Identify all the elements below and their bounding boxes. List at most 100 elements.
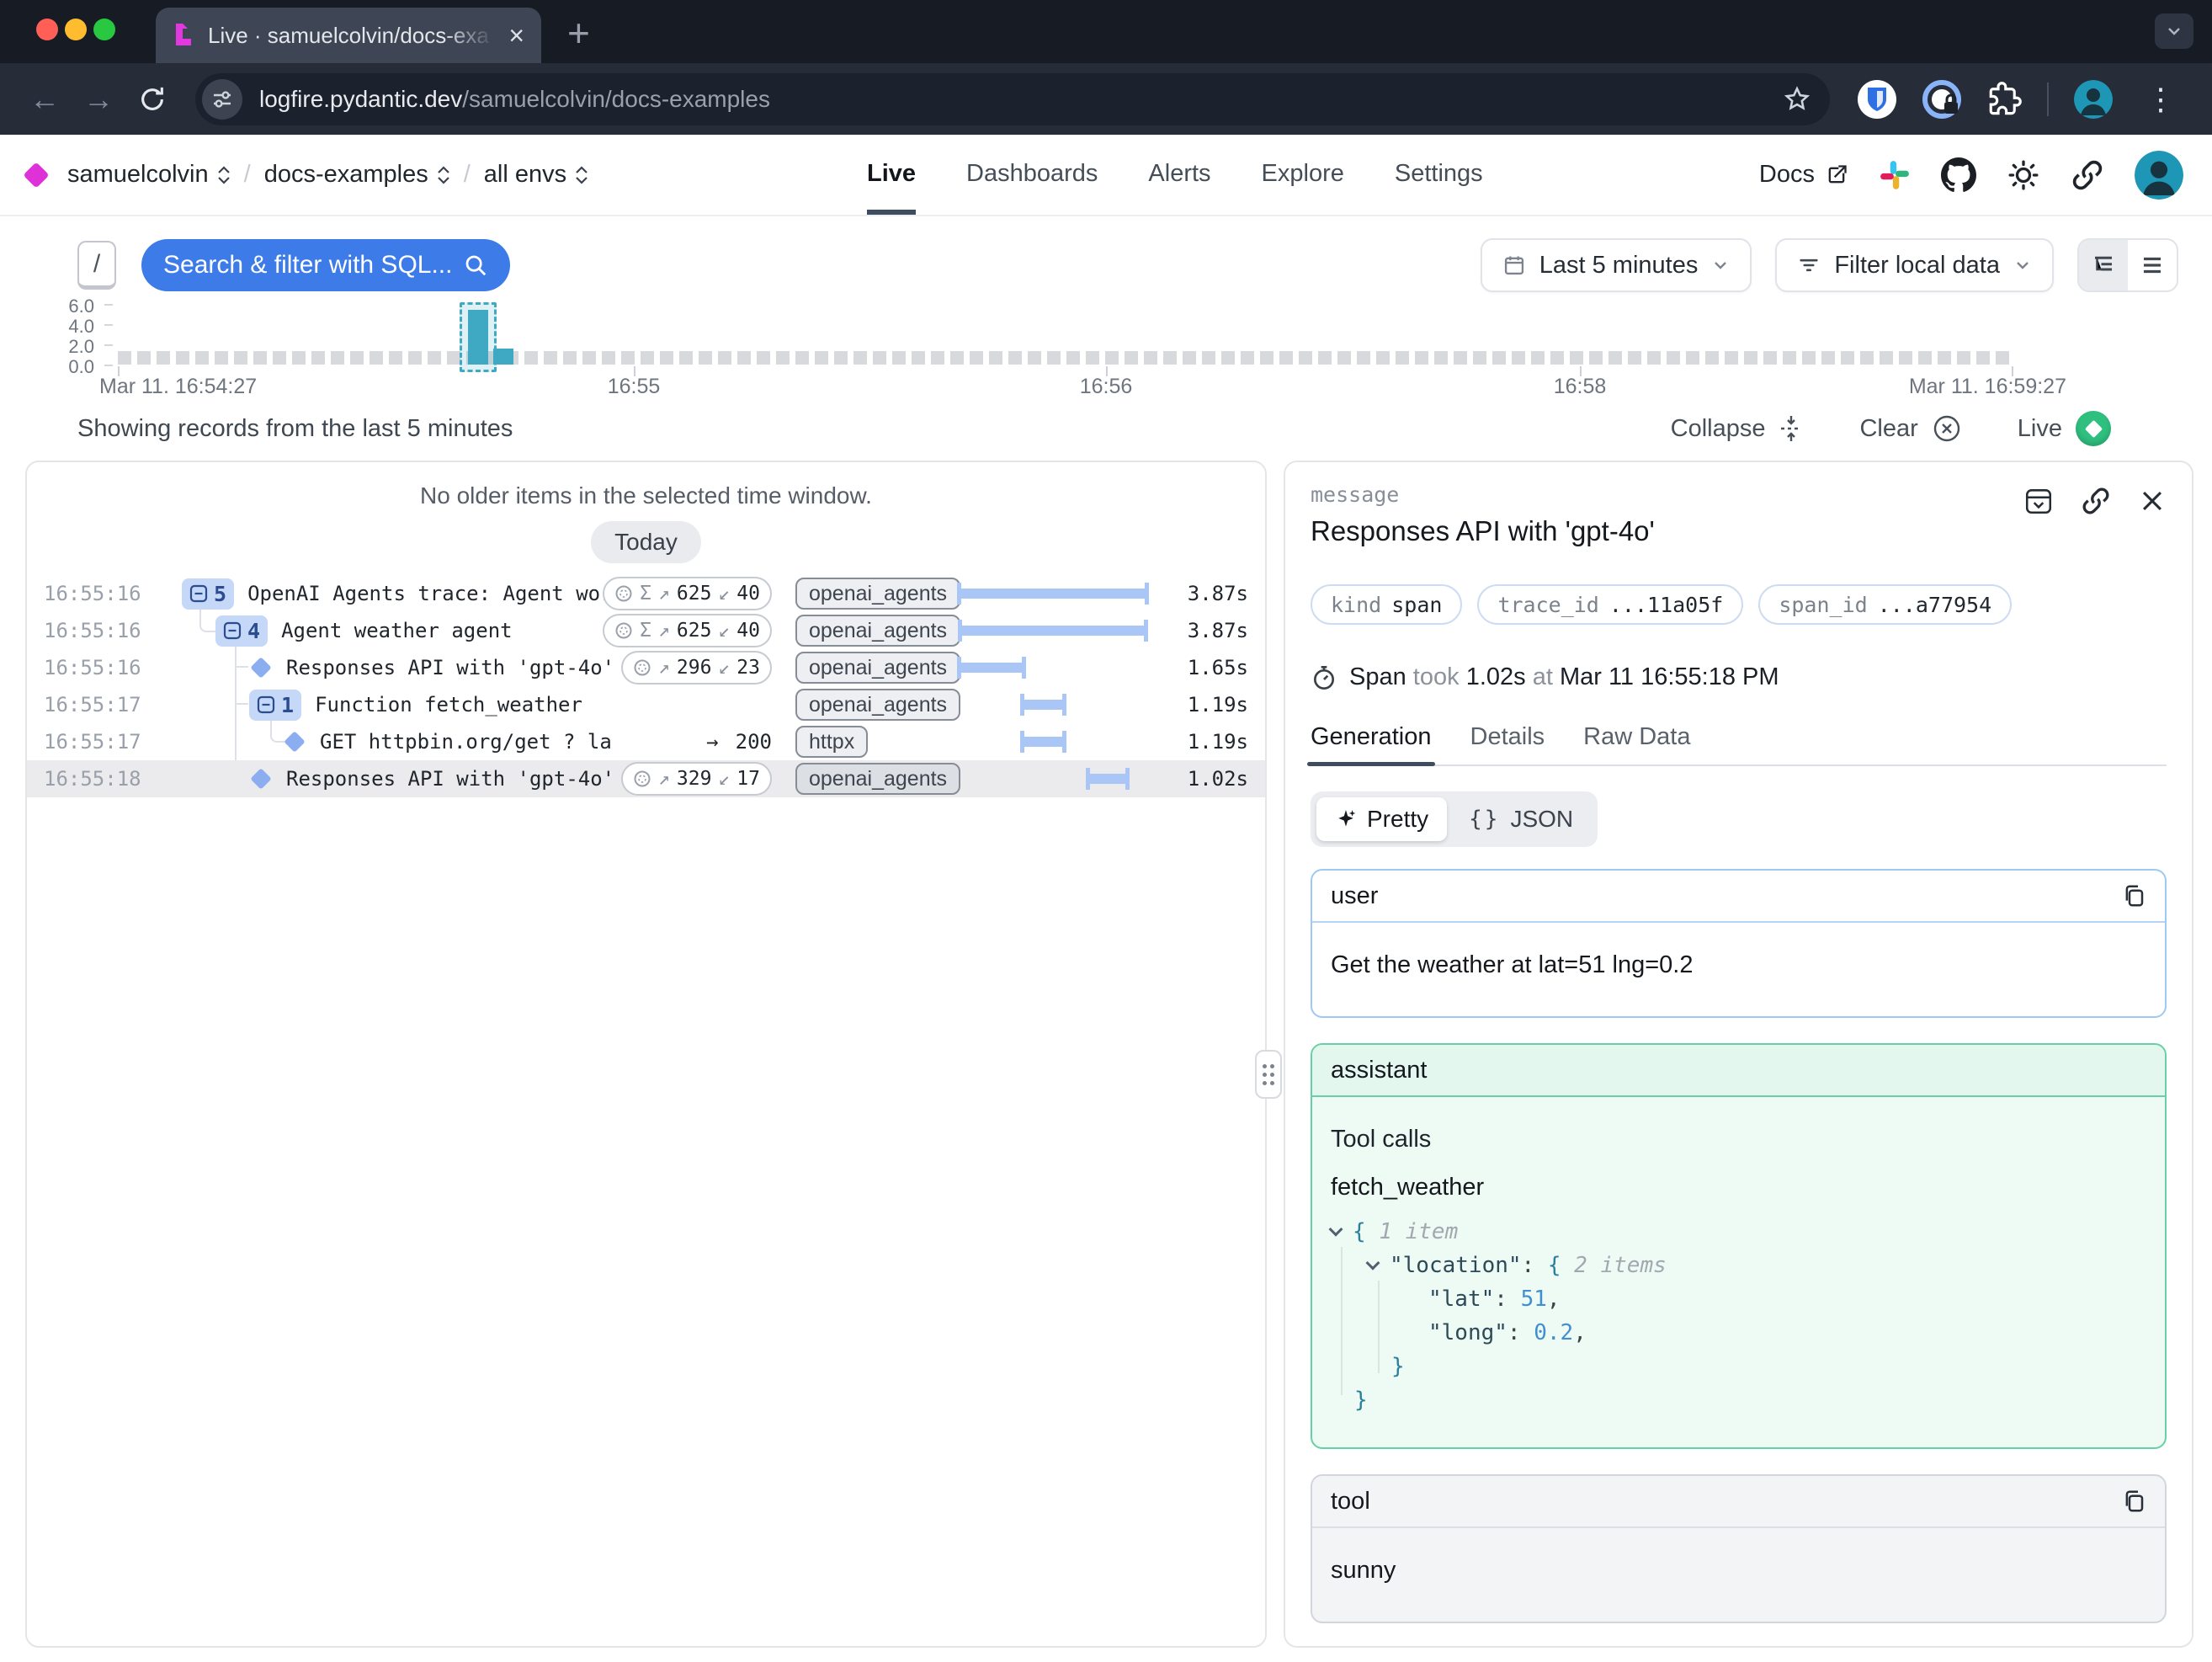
reload-button[interactable]	[130, 77, 175, 122]
span-title: Agent weather agent	[281, 619, 513, 642]
password-extension-icon[interactable]	[1922, 80, 1961, 119]
collapse-count-badge[interactable]: 5	[182, 578, 234, 610]
json-tree-line: }	[1331, 1383, 2146, 1417]
collapse-chevron-icon[interactable]	[1366, 1256, 1380, 1270]
duration-label: 1.02s	[1149, 767, 1248, 791]
github-icon[interactable]	[1941, 157, 1976, 193]
span-duration-line: Span took 1.02s at Mar 11 16:55:18 PM	[1311, 663, 2167, 691]
tab-search-button[interactable]	[2155, 13, 2193, 49]
forward-button[interactable]: →	[76, 77, 121, 122]
breadcrumb-env[interactable]: all envs	[484, 161, 588, 189]
list-view-toggle[interactable]	[2128, 240, 2177, 290]
trace-row[interactable]: 16:55:164Agent weather agentΣ↗625↙40open…	[27, 612, 1265, 649]
local-filter-button[interactable]: Filter local data	[1775, 238, 2054, 292]
live-button[interactable]: Live	[2018, 411, 2111, 446]
timeline-bar[interactable]	[493, 349, 513, 365]
trace-row[interactable]: 16:55:16Responses API with 'gpt-4o'↗296↙…	[27, 649, 1265, 686]
browser-profile-avatar[interactable]	[2074, 80, 2113, 119]
copy-icon[interactable]	[2121, 883, 2146, 908]
tab-raw-data[interactable]: Raw Data	[1583, 723, 1690, 764]
docs-link[interactable]: Docs	[1759, 161, 1848, 189]
timeline-bar[interactable]	[468, 310, 488, 365]
share-link-icon[interactable]	[2071, 158, 2104, 192]
service-tag[interactable]: httpx	[795, 726, 868, 758]
today-badge[interactable]: Today	[591, 521, 701, 563]
breadcrumb-separator: /	[464, 161, 471, 189]
clear-button[interactable]: Clear	[1859, 413, 1961, 444]
tree-view-icon	[2091, 253, 2116, 278]
span-title: Responses API with 'gpt-4o'	[286, 767, 610, 791]
activity-timeline[interactable]: 6.0 4.0 2.0 0.0 Mar 11. 16:54:27 16:55 1…	[0, 297, 2212, 395]
collapse-button[interactable]: Collapse	[1671, 414, 1805, 443]
tab-title: Live · samuelcolvin/docs-exa	[208, 23, 495, 49]
tab-close-icon[interactable]: ×	[508, 22, 524, 49]
chevron-down-icon	[1711, 256, 1730, 274]
service-tag[interactable]: openai_agents	[795, 763, 960, 795]
toggle-pretty[interactable]: Pretty	[1316, 797, 1447, 841]
new-tab-button[interactable]: +	[567, 10, 590, 56]
duration-track	[957, 686, 1149, 723]
minimize-window-button[interactable]	[65, 19, 87, 40]
breadcrumb-org[interactable]: samuelcolvin	[67, 161, 231, 189]
filter-icon	[1797, 253, 1821, 277]
site-settings-icon[interactable]	[202, 79, 242, 120]
x-axis-label: Mar 11. 16:59:27	[1909, 375, 2066, 399]
address-bar[interactable]: logfire.pydantic.dev/samuelcolvin/docs-e…	[195, 73, 1830, 125]
collapse-count-badge[interactable]: 4	[215, 615, 268, 647]
scroll-to-span-icon[interactable]	[2023, 486, 2054, 516]
breadcrumb-project[interactable]: docs-examples	[264, 161, 450, 189]
toggle-json[interactable]: {}JSON	[1450, 797, 1592, 841]
tab-details[interactable]: Details	[1470, 723, 1545, 764]
time-range-button[interactable]: Last 5 minutes	[1481, 238, 1752, 292]
collapse-count-badge[interactable]: 1	[249, 690, 301, 721]
service-tag[interactable]: openai_agents	[795, 615, 960, 647]
service-tag[interactable]: openai_agents	[795, 578, 960, 610]
trace-row[interactable]: 16:55:165OpenAI Agents trace: Agent work…	[27, 575, 1265, 612]
nav-explore[interactable]: Explore	[1262, 135, 1344, 215]
span-title: Responses API with 'gpt-4o'	[1311, 515, 2167, 547]
close-window-button[interactable]	[36, 19, 58, 40]
duration-track	[957, 649, 1149, 686]
slack-icon[interactable]	[1879, 159, 1911, 191]
span-timestamp: 16:55:17	[44, 730, 152, 754]
trace-row[interactable]: 16:55:171Function fetch_weatheropenai_ag…	[27, 686, 1265, 723]
trace-row[interactable]: 16:55:18Responses API with 'gpt-4o'↗329↙…	[27, 760, 1265, 797]
trace-row[interactable]: 16:55:17GET httpbin.org/get ? lat='51.0'…	[27, 723, 1265, 760]
assistant-toolcall-card: assistant Tool calls fetch_weather { 1 i…	[1311, 1043, 2167, 1449]
nav-live[interactable]: Live	[867, 135, 916, 215]
extensions-puzzle-icon[interactable]	[1986, 82, 2022, 117]
y-axis-label: 6.0	[0, 296, 94, 317]
toolbar-divider	[2047, 83, 2049, 116]
span-title: Function fetch_weather	[315, 693, 582, 716]
zoom-window-button[interactable]	[93, 19, 115, 40]
slash-shortcut-key[interactable]: /	[77, 241, 116, 290]
meta-pill-span_id[interactable]: span_id...a77954	[1758, 584, 2012, 625]
browser-tab[interactable]: Live · samuelcolvin/docs-exa ×	[156, 8, 541, 63]
panel-resize-handle[interactable]	[1255, 1050, 1282, 1099]
meta-pill-trace_id[interactable]: trace_id...11a05f	[1477, 584, 1743, 625]
search-input[interactable]: Search & filter with SQL...	[141, 239, 510, 291]
close-panel-icon[interactable]	[2138, 487, 2167, 515]
nav-settings[interactable]: Settings	[1395, 135, 1483, 215]
tab-generation[interactable]: Generation	[1311, 723, 1432, 764]
service-tag[interactable]: openai_agents	[795, 689, 960, 721]
bitwarden-extension-icon[interactable]	[1857, 79, 1897, 120]
message-role-label: user	[1331, 882, 1378, 910]
meta-pill-kind[interactable]: kindspan	[1311, 584, 1462, 625]
url-text: logfire.pydantic.dev/samuelcolvin/docs-e…	[259, 86, 1783, 113]
tree-view-toggle[interactable]	[2079, 240, 2128, 290]
collapse-icon	[1779, 414, 1804, 443]
nav-alerts[interactable]: Alerts	[1148, 135, 1210, 215]
user-avatar[interactable]	[2135, 151, 2183, 200]
browser-menu-icon[interactable]: ⋮	[2138, 77, 2183, 122]
copy-icon[interactable]	[2121, 1489, 2146, 1514]
x-axis-label: 16:55	[608, 375, 661, 399]
nav-dashboards[interactable]: Dashboards	[966, 135, 1098, 215]
collapse-chevron-icon[interactable]	[1329, 1223, 1343, 1237]
copy-link-icon[interactable]	[2081, 486, 2111, 516]
service-tag[interactable]: openai_agents	[795, 652, 960, 684]
back-button[interactable]: ←	[22, 77, 67, 122]
theme-sun-icon[interactable]	[2007, 158, 2040, 192]
bookmark-star-icon[interactable]	[1783, 85, 1811, 114]
y-axis-label: 4.0	[0, 316, 94, 338]
